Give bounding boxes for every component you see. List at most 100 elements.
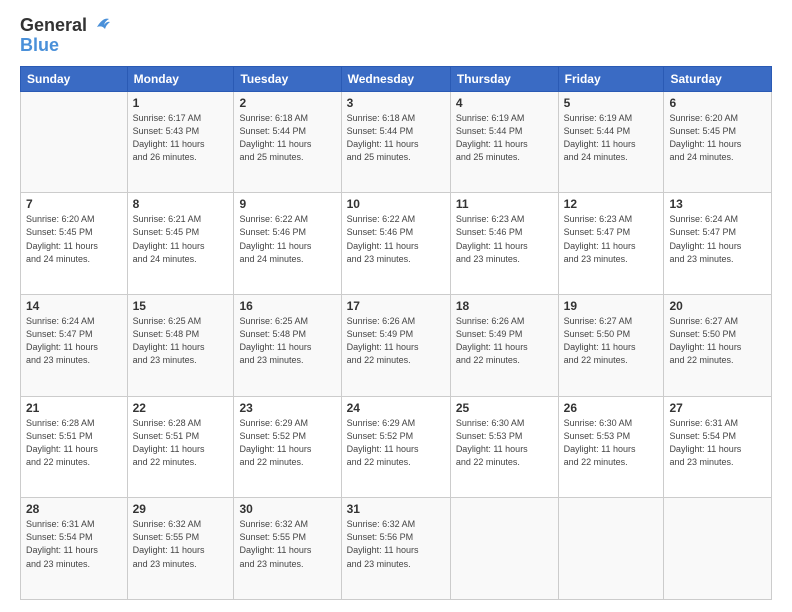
calendar-cell [21, 91, 128, 193]
day-number: 19 [564, 299, 659, 313]
calendar-cell: 19Sunrise: 6:27 AM Sunset: 5:50 PM Dayli… [558, 295, 664, 397]
header-day-friday: Friday [558, 66, 664, 91]
calendar-week-row: 7 Sunrise: 6:20 AM Sunset: 5:45 PM Daylig… [21, 193, 772, 295]
calendar-cell: 7 Sunrise: 6:20 AM Sunset: 5:45 PM Daylig… [21, 193, 128, 295]
calendar-cell: 10 Sunrise: 6:22 AM Sunset: 5:46 PM Dayli… [341, 193, 450, 295]
calendar-header-row: SundayMondayTuesdayWednesdayThursdayFrid… [21, 66, 772, 91]
calendar-cell: 18 Sunrise: 6:26 AM Sunset: 5:49 PM Dayli… [450, 295, 558, 397]
day-info: Sunrise: 6:21 AM Sunset: 5:45 PM Dayligh… [133, 213, 229, 265]
calendar-week-row: 1Sunrise: 6:17 AM Sunset: 5:43 PM Daylig… [21, 91, 772, 193]
day-number: 9 [239, 197, 335, 211]
calendar-cell [558, 498, 664, 600]
calendar-week-row: 14 Sunrise: 6:24 AM Sunset: 5:47 PM Dayli… [21, 295, 772, 397]
day-number: 10 [347, 197, 445, 211]
day-info: Sunrise: 6:26 AM Sunset: 5:49 PM Dayligh… [347, 315, 445, 367]
calendar-cell: 26 Sunrise: 6:30 AM Sunset: 5:53 PM Dayli… [558, 396, 664, 498]
calendar-cell: 24Sunrise: 6:29 AM Sunset: 5:52 PM Dayli… [341, 396, 450, 498]
day-number: 6 [669, 96, 766, 110]
calendar-week-row: 21 Sunrise: 6:28 AM Sunset: 5:51 PM Dayli… [21, 396, 772, 498]
day-info: Sunrise: 6:31 AM Sunset: 5:54 PM Dayligh… [26, 518, 122, 570]
day-info: Sunrise: 6:19 AM Sunset: 5:44 PM Dayligh… [456, 112, 553, 164]
calendar-cell: 3 Sunrise: 6:18 AM Sunset: 5:44 PM Daylig… [341, 91, 450, 193]
calendar-cell: 21 Sunrise: 6:28 AM Sunset: 5:51 PM Dayli… [21, 396, 128, 498]
day-info: Sunrise: 6:29 AM Sunset: 5:52 PM Dayligh… [239, 417, 335, 469]
day-info: Sunrise: 6:23 AM Sunset: 5:46 PM Dayligh… [456, 213, 553, 265]
logo-bird-icon [89, 13, 111, 35]
day-info: Sunrise: 6:31 AM Sunset: 5:54 PM Dayligh… [669, 417, 766, 469]
calendar-cell: 25 Sunrise: 6:30 AM Sunset: 5:53 PM Dayli… [450, 396, 558, 498]
day-info: Sunrise: 6:28 AM Sunset: 5:51 PM Dayligh… [26, 417, 122, 469]
day-number: 21 [26, 401, 122, 415]
header-day-saturday: Saturday [664, 66, 772, 91]
logo-text-blue: Blue [20, 35, 59, 55]
calendar-table: SundayMondayTuesdayWednesdayThursdayFrid… [20, 66, 772, 600]
day-number: 27 [669, 401, 766, 415]
day-number: 29 [133, 502, 229, 516]
day-number: 3 [347, 96, 445, 110]
day-number: 14 [26, 299, 122, 313]
day-number: 23 [239, 401, 335, 415]
day-info: Sunrise: 6:26 AM Sunset: 5:49 PM Dayligh… [456, 315, 553, 367]
day-number: 20 [669, 299, 766, 313]
day-info: Sunrise: 6:25 AM Sunset: 5:48 PM Dayligh… [133, 315, 229, 367]
day-number: 13 [669, 197, 766, 211]
day-number: 22 [133, 401, 229, 415]
calendar-cell: 29 Sunrise: 6:32 AM Sunset: 5:55 PM Dayli… [127, 498, 234, 600]
day-number: 15 [133, 299, 229, 313]
day-number: 11 [456, 197, 553, 211]
calendar-cell: 12Sunrise: 6:23 AM Sunset: 5:47 PM Dayli… [558, 193, 664, 295]
day-number: 28 [26, 502, 122, 516]
calendar-cell: 1Sunrise: 6:17 AM Sunset: 5:43 PM Daylig… [127, 91, 234, 193]
day-info: Sunrise: 6:32 AM Sunset: 5:55 PM Dayligh… [239, 518, 335, 570]
day-info: Sunrise: 6:30 AM Sunset: 5:53 PM Dayligh… [564, 417, 659, 469]
header: General Blue [20, 16, 772, 56]
day-info: Sunrise: 6:20 AM Sunset: 5:45 PM Dayligh… [26, 213, 122, 265]
day-number: 5 [564, 96, 659, 110]
calendar-cell: 28 Sunrise: 6:31 AM Sunset: 5:54 PM Dayli… [21, 498, 128, 600]
day-info: Sunrise: 6:32 AM Sunset: 5:56 PM Dayligh… [347, 518, 445, 570]
calendar-cell: 6Sunrise: 6:20 AM Sunset: 5:45 PM Daylig… [664, 91, 772, 193]
calendar-cell [664, 498, 772, 600]
header-day-tuesday: Tuesday [234, 66, 341, 91]
day-number: 30 [239, 502, 335, 516]
day-info: Sunrise: 6:30 AM Sunset: 5:53 PM Dayligh… [456, 417, 553, 469]
day-info: Sunrise: 6:32 AM Sunset: 5:55 PM Dayligh… [133, 518, 229, 570]
day-info: Sunrise: 6:18 AM Sunset: 5:44 PM Dayligh… [239, 112, 335, 164]
calendar-cell: 27 Sunrise: 6:31 AM Sunset: 5:54 PM Dayli… [664, 396, 772, 498]
calendar-cell: 8 Sunrise: 6:21 AM Sunset: 5:45 PM Daylig… [127, 193, 234, 295]
calendar-cell [450, 498, 558, 600]
calendar-cell: 2Sunrise: 6:18 AM Sunset: 5:44 PM Daylig… [234, 91, 341, 193]
day-info: Sunrise: 6:19 AM Sunset: 5:44 PM Dayligh… [564, 112, 659, 164]
day-info: Sunrise: 6:25 AM Sunset: 5:48 PM Dayligh… [239, 315, 335, 367]
calendar-cell: 23 Sunrise: 6:29 AM Sunset: 5:52 PM Dayli… [234, 396, 341, 498]
calendar-week-row: 28 Sunrise: 6:31 AM Sunset: 5:54 PM Dayli… [21, 498, 772, 600]
calendar-cell: 17Sunrise: 6:26 AM Sunset: 5:49 PM Dayli… [341, 295, 450, 397]
page: General Blue SundayMondayTuesdayWednesda… [0, 0, 792, 612]
day-info: Sunrise: 6:18 AM Sunset: 5:44 PM Dayligh… [347, 112, 445, 164]
day-number: 25 [456, 401, 553, 415]
day-info: Sunrise: 6:24 AM Sunset: 5:47 PM Dayligh… [669, 213, 766, 265]
calendar-cell: 5 Sunrise: 6:19 AM Sunset: 5:44 PM Daylig… [558, 91, 664, 193]
calendar-cell: 22 Sunrise: 6:28 AM Sunset: 5:51 PM Dayli… [127, 396, 234, 498]
logo: General Blue [20, 16, 111, 56]
day-number: 24 [347, 401, 445, 415]
day-number: 8 [133, 197, 229, 211]
day-info: Sunrise: 6:27 AM Sunset: 5:50 PM Dayligh… [669, 315, 766, 367]
calendar-cell: 31 Sunrise: 6:32 AM Sunset: 5:56 PM Dayli… [341, 498, 450, 600]
day-info: Sunrise: 6:24 AM Sunset: 5:47 PM Dayligh… [26, 315, 122, 367]
day-info: Sunrise: 6:22 AM Sunset: 5:46 PM Dayligh… [347, 213, 445, 265]
day-info: Sunrise: 6:28 AM Sunset: 5:51 PM Dayligh… [133, 417, 229, 469]
day-number: 7 [26, 197, 122, 211]
calendar-cell: 4 Sunrise: 6:19 AM Sunset: 5:44 PM Daylig… [450, 91, 558, 193]
day-number: 1 [133, 96, 229, 110]
day-number: 26 [564, 401, 659, 415]
day-info: Sunrise: 6:22 AM Sunset: 5:46 PM Dayligh… [239, 213, 335, 265]
day-number: 31 [347, 502, 445, 516]
calendar-cell: 20 Sunrise: 6:27 AM Sunset: 5:50 PM Dayli… [664, 295, 772, 397]
header-day-monday: Monday [127, 66, 234, 91]
calendar-cell: 14 Sunrise: 6:24 AM Sunset: 5:47 PM Dayli… [21, 295, 128, 397]
day-number: 4 [456, 96, 553, 110]
header-day-sunday: Sunday [21, 66, 128, 91]
day-number: 18 [456, 299, 553, 313]
day-number: 12 [564, 197, 659, 211]
